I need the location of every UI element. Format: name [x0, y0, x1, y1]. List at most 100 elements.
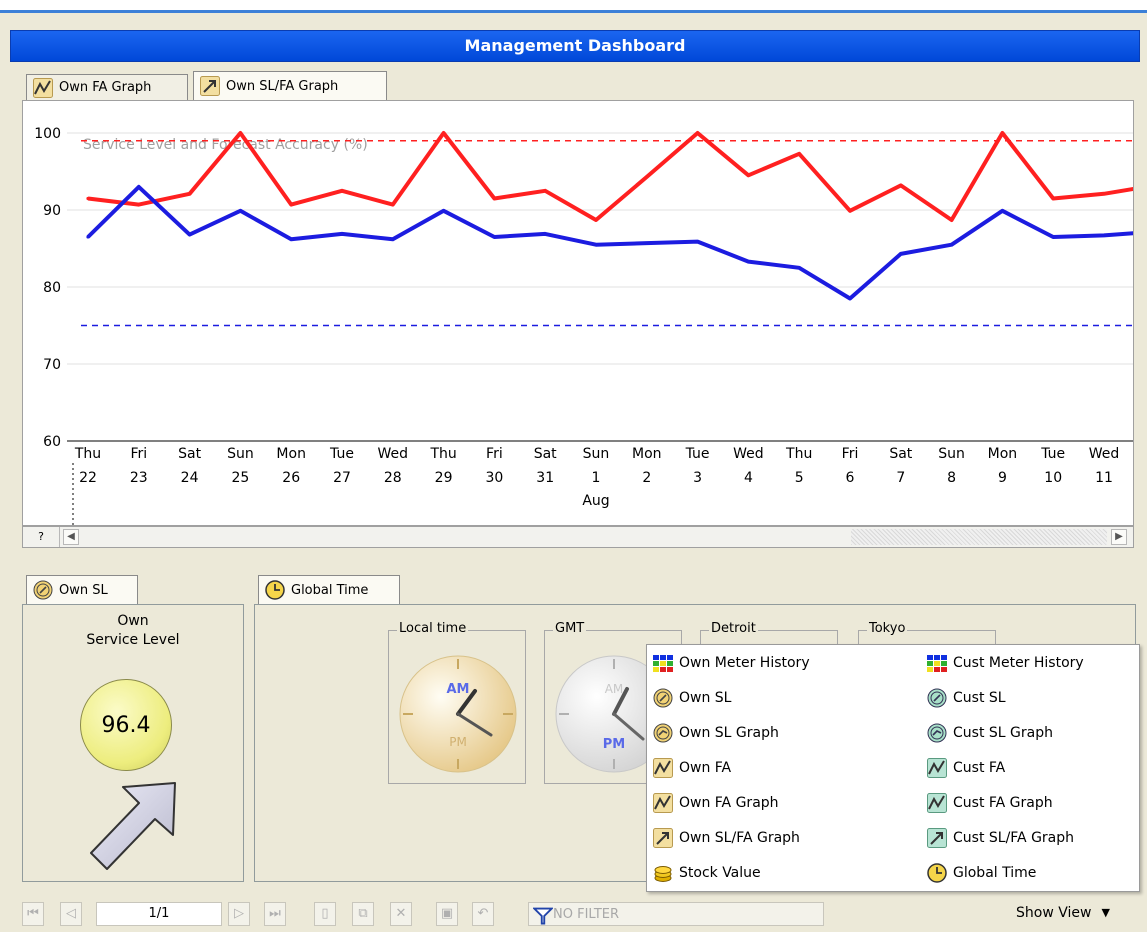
menu-cust-sl[interactable]: Cust SL [927, 682, 1006, 714]
data-point [86, 196, 90, 201]
data-point [137, 185, 141, 189]
data-point [594, 243, 598, 247]
x-tick-day-label: Tue [1040, 446, 1065, 462]
x-tick-day-label: Tue [329, 446, 354, 462]
x-tick-date-label: 25 [231, 470, 249, 486]
menu-global-time[interactable]: Global Time [927, 857, 1036, 889]
tab-own-slfa-graph[interactable]: Own SL/FA Graph [193, 71, 387, 100]
data-point [289, 203, 293, 207]
x-tick-day-label: Tue [685, 446, 710, 462]
scroll-left-button[interactable]: ◀ [63, 529, 79, 545]
previous-record-button[interactable]: ◁ [60, 902, 82, 926]
data-point [442, 131, 446, 135]
x-tick-date-label: 4 [744, 470, 753, 486]
tab-global-time[interactable]: Global Time [258, 575, 400, 604]
menu-own-sl[interactable]: Own SL [653, 682, 731, 714]
clock-gmt-pm-label: PM [603, 737, 625, 752]
data-point [950, 218, 954, 222]
scroll-track-hatch [851, 529, 1107, 545]
filter-field[interactable]: NO FILTER [528, 902, 824, 926]
x-tick-date-label: 8 [947, 470, 956, 486]
data-point [1102, 233, 1106, 238]
last-record-button[interactable]: ⏭ [264, 902, 286, 926]
own-sl-panel: Own Service Level 96.4 [22, 604, 244, 882]
own-sl-value-indicator: 96.4 [80, 679, 172, 771]
next-record-button[interactable]: ▷ [228, 902, 250, 926]
x-tick-day-label: Thu [74, 446, 101, 462]
chart-help-button[interactable]: ? [23, 527, 60, 547]
menu-own-meter-history-label: Own Meter History [679, 655, 810, 671]
data-point [86, 235, 90, 239]
menu-own-meter-history[interactable]: Own Meter History [653, 647, 810, 679]
menu-cust-fa-label: Cust FA [953, 760, 1006, 776]
meter-history-icon [927, 653, 947, 673]
own-fa-graph-icon [33, 77, 53, 98]
own-sl-icon [653, 688, 673, 708]
menu-own-fa-graph-label: Own FA Graph [679, 795, 779, 811]
data-point [238, 131, 242, 135]
x-tick-date-label: 24 [181, 470, 199, 486]
x-tick-day-label: Thu [785, 446, 812, 462]
menu-own-slfa-graph[interactable]: Own SL/FA Graph [653, 822, 800, 854]
data-point [188, 233, 192, 237]
x-tick-day-label: Fri [130, 446, 147, 462]
show-view-button[interactable]: Show View ▼ [1016, 902, 1110, 924]
data-point [594, 218, 598, 222]
delete-record-icon[interactable]: ✕ [390, 902, 412, 926]
y-tick-label: 70 [43, 357, 61, 373]
x-tick-day-label: Wed [1089, 446, 1120, 462]
x-tick-date-label: 31 [536, 470, 554, 486]
x-tick-day-label: Sun [583, 446, 610, 462]
menu-cust-slfa-graph[interactable]: Cust SL/FA Graph [927, 822, 1074, 854]
x-tick-date-label: 1 [592, 470, 601, 486]
save-icon[interactable]: ▣ [436, 902, 458, 926]
clock-local-time: Local time AM PM [388, 621, 526, 784]
data-point [696, 131, 700, 135]
global-time-icon [927, 863, 947, 883]
cust-fa-icon [927, 758, 947, 778]
menu-cust-sl-graph[interactable]: Cust SL Graph [927, 717, 1053, 749]
y-tick-label: 60 [43, 434, 61, 450]
x-tick-date-label: 23 [130, 470, 148, 486]
x-tick-day-label: Thu [429, 446, 456, 462]
tab-own-sl[interactable]: Own SL [26, 575, 138, 604]
first-record-button[interactable]: ⏮ [22, 902, 44, 926]
cust-slfa-graph-icon [927, 828, 947, 848]
menu-own-fa-graph[interactable]: Own FA Graph [653, 787, 779, 819]
data-point [1051, 235, 1055, 239]
menu-cust-fa-graph-label: Cust FA Graph [953, 795, 1053, 811]
new-record-icon[interactable]: ▯ [314, 902, 336, 926]
data-point [492, 235, 496, 239]
tab-own-sl-label: Own SL [59, 582, 108, 598]
y-tick-label: 100 [34, 126, 61, 142]
data-point [899, 252, 903, 256]
y-tick-label: 90 [43, 203, 61, 219]
chart-horizontal-scrollbar[interactable]: ? ◀ ▶ [22, 526, 1134, 548]
x-tick-day-label: Fri [842, 446, 859, 462]
clock-local-time-face: AM PM [399, 655, 517, 773]
x-tick-day-label: Sat [889, 446, 912, 462]
scroll-right-button[interactable]: ▶ [1111, 529, 1127, 545]
meter-history-icon [653, 653, 673, 673]
data-point [543, 189, 547, 193]
menu-cust-meter-history[interactable]: Cust Meter History [927, 647, 1084, 679]
window-top-border [0, 10, 1147, 13]
menu-own-fa[interactable]: Own FA [653, 752, 731, 784]
own-fa-icon [653, 758, 673, 778]
menu-cust-fa[interactable]: Cust FA [927, 752, 1005, 784]
menu-cust-fa-graph[interactable]: Cust FA Graph [927, 787, 1053, 819]
tab-own-fa-graph[interactable]: Own FA Graph [26, 74, 188, 100]
x-tick-date-label: 6 [846, 470, 855, 486]
cust-sl-icon [927, 688, 947, 708]
menu-stock-value[interactable]: Stock Value [653, 857, 761, 889]
data-point [746, 173, 751, 177]
copy-record-icon[interactable]: ⧉ [352, 902, 374, 926]
data-point [746, 259, 751, 264]
data-point [391, 203, 395, 207]
menu-own-sl-graph[interactable]: Own SL Graph [653, 717, 779, 749]
x-tick-date-label: 7 [896, 470, 905, 486]
data-point [1051, 196, 1055, 201]
undo-icon[interactable]: ↶ [472, 902, 494, 926]
menu-cust-meter-history-label: Cust Meter History [953, 655, 1084, 671]
clock-pm-label: PM [449, 735, 467, 749]
